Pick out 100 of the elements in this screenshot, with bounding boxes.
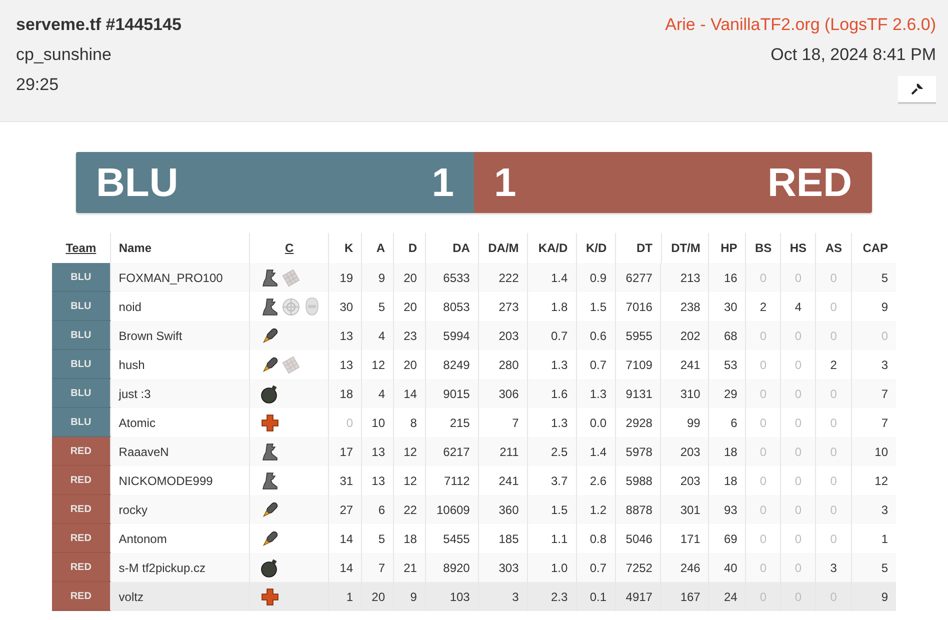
- stat-value: 310: [680, 386, 700, 402]
- stat-value: 1.5: [550, 502, 568, 518]
- stat-value: 1.6: [550, 386, 568, 402]
- stat-value: 0: [760, 328, 767, 344]
- stat-value: 6: [378, 502, 386, 518]
- stat-value: 0: [830, 386, 837, 402]
- settings-button[interactable]: [898, 76, 936, 104]
- stat-value: 10: [372, 414, 386, 432]
- stat-value: 0: [760, 502, 767, 518]
- stat-value: 9: [378, 270, 386, 286]
- stat-value: 8053: [443, 298, 470, 316]
- team-label: BLU: [70, 270, 92, 284]
- stat-value: 5455: [443, 530, 470, 548]
- stat-value: 22: [404, 502, 417, 518]
- stat-value: 0.9: [590, 270, 607, 286]
- stat-value: 7: [881, 386, 888, 402]
- stat-value: 0.7: [590, 560, 607, 576]
- stat-value: 301: [680, 502, 700, 518]
- stat-value: 241: [498, 472, 519, 490]
- player-name: Atomic: [118, 414, 156, 432]
- stat-value: 2.5: [550, 444, 568, 460]
- player-name: Brown Swift: [118, 328, 182, 344]
- stat-value: 0: [830, 298, 837, 316]
- stat-value: 5988: [626, 472, 652, 490]
- stat-value: 27: [340, 502, 354, 518]
- stat-value: 2: [830, 356, 837, 374]
- stat-value: 30: [340, 298, 354, 316]
- stat-value: 0: [760, 386, 767, 402]
- stat-value: 93: [724, 502, 738, 518]
- stat-value: 0: [760, 444, 767, 460]
- stat-value: 0: [760, 472, 767, 490]
- stat-value: 9015: [443, 386, 470, 402]
- stat-value: 2928: [626, 414, 652, 432]
- stat-value: 1.3: [590, 386, 607, 402]
- stat-value: 13: [372, 472, 386, 490]
- stat-value: 202: [680, 328, 700, 344]
- stat-value: 3: [830, 560, 837, 576]
- stat-value: 5: [378, 298, 386, 316]
- stat-value: 0.0: [590, 414, 607, 432]
- stat-value: 21: [404, 560, 417, 576]
- stat-value: 18: [404, 530, 417, 548]
- stat-value: 5978: [626, 444, 652, 460]
- stat-value: 213: [680, 270, 700, 286]
- stat-value: 7: [881, 414, 888, 432]
- team-label: RED: [70, 474, 92, 488]
- stat-value: 280: [498, 356, 519, 374]
- stat-value: 10: [874, 444, 888, 460]
- match-duration: 29:25: [16, 74, 60, 96]
- stat-value: 8878: [626, 502, 652, 518]
- uploader-link[interactable]: Arie - VanillaTF2.org (LogsTF 2.6.0): [665, 14, 936, 36]
- stat-value: 0: [760, 560, 767, 576]
- player-name: s-M tf2pickup.cz: [118, 560, 206, 576]
- stat-value: 12: [404, 444, 417, 460]
- stat-value: 2.3: [550, 588, 568, 606]
- column-header: AS: [825, 240, 842, 257]
- stat-value: 171: [680, 530, 700, 548]
- stat-value: 1.5: [590, 298, 607, 316]
- stat-value: 99: [687, 414, 700, 432]
- column-header: BS: [754, 240, 772, 257]
- stat-value: 1.4: [550, 270, 568, 286]
- column-header[interactable]: Team: [66, 239, 96, 257]
- stat-value: 0: [794, 472, 802, 490]
- stat-value: 0: [830, 502, 837, 518]
- stat-value: 6217: [443, 444, 470, 460]
- stat-value: 7109: [626, 356, 652, 374]
- stat-value: 0: [881, 328, 888, 344]
- stat-value: 1: [346, 588, 354, 606]
- stat-value: 1: [881, 530, 888, 548]
- stat-value: 3: [512, 588, 519, 606]
- stat-value: 0: [794, 502, 802, 518]
- stat-value: 6277: [626, 270, 652, 286]
- player-name: Antonom: [118, 530, 167, 548]
- stat-value: 3.7: [550, 472, 568, 490]
- stat-value: 0: [794, 444, 802, 460]
- stat-value: 16: [724, 270, 738, 286]
- stat-value: 0: [760, 530, 767, 548]
- team-label: BLU: [70, 416, 92, 430]
- stat-value: 0.7: [590, 356, 607, 374]
- stat-value: 0.1: [590, 588, 607, 606]
- log-date: Oct 18, 2024 8:41 PM: [770, 44, 936, 66]
- stat-value: 13: [340, 356, 354, 374]
- stat-value: 1.2: [590, 502, 607, 518]
- stat-value: 1.3: [550, 356, 568, 374]
- stat-value: 5: [378, 530, 386, 548]
- stat-value: 30: [724, 298, 738, 316]
- team-score: 1: [432, 160, 454, 206]
- stat-value: 0: [760, 356, 767, 374]
- stat-value: 0: [794, 386, 802, 402]
- column-header: CAP: [862, 240, 888, 257]
- stat-value: 0: [830, 270, 837, 286]
- player-name: voltz: [118, 588, 144, 606]
- stat-value: 12: [372, 356, 386, 374]
- column-header: Name: [118, 240, 152, 257]
- team-label: BLU: [70, 386, 92, 400]
- stat-value: 1.8: [550, 298, 568, 316]
- stat-value: 4: [378, 328, 386, 344]
- stat-value: 103: [450, 588, 470, 606]
- stat-value: 1.0: [550, 560, 568, 576]
- column-header[interactable]: C: [284, 239, 294, 257]
- stat-value: 0: [794, 530, 802, 548]
